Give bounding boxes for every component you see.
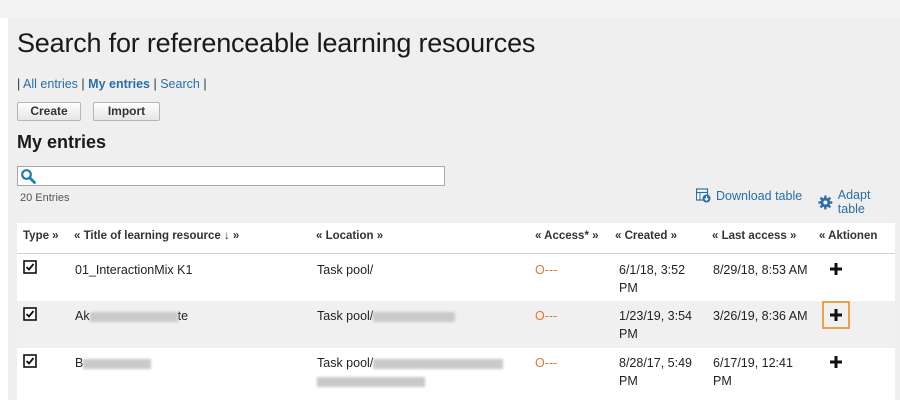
redacted-text [373, 358, 504, 369]
col-actions: « Aktionen [819, 230, 878, 242]
row-access: O--- [535, 356, 558, 370]
redacted-text [89, 311, 178, 322]
redacted-text [317, 376, 425, 387]
separator: | [203, 77, 207, 91]
separator: | [153, 77, 157, 91]
row-access: O--- [535, 263, 558, 277]
view-links: | All entries | My entries | Search | [17, 77, 207, 91]
checkbox-icon [23, 260, 37, 274]
row-last-access: 6/17/19, 12:41 PM [713, 354, 793, 390]
adapt-table-link[interactable]: Adapt table [818, 188, 900, 216]
entry-count: 20 Entries [20, 192, 70, 204]
col-type[interactable]: Type » [23, 230, 59, 242]
search-field[interactable] [17, 166, 445, 186]
created-period: PM [619, 374, 638, 388]
created-period: PM [619, 327, 638, 341]
created-date: 6/1/18, 3:52 [619, 263, 686, 277]
title-prefix: Ak [75, 309, 90, 323]
col-location[interactable]: « Location » [316, 230, 383, 242]
table-header: Type » « Title of learning resource ↓ » … [17, 223, 895, 254]
table-row: 01_InteractionMix K1 Task pool/ O--- 6/1… [17, 255, 895, 301]
redacted-text [83, 358, 152, 369]
checkbox-icon [23, 354, 37, 368]
last-access-date: 6/17/19, 12:41 [713, 356, 793, 370]
import-button[interactable]: Import [93, 102, 160, 121]
last-access-period: PM [713, 374, 732, 388]
magnifier-icon [21, 169, 36, 184]
row-location[interactable]: Task pool/ [317, 307, 456, 325]
separator: | [17, 77, 21, 91]
created-date: 1/23/19, 3:54 [619, 309, 692, 323]
row-location[interactable]: Task pool/ [317, 261, 373, 279]
row-created: 6/1/18, 3:52 PM [619, 261, 685, 297]
col-last-access[interactable]: « Last access » [712, 230, 796, 242]
col-created[interactable]: « Created » [615, 230, 677, 242]
created-period: PM [619, 281, 638, 295]
search-input[interactable] [38, 168, 438, 184]
plus-icon[interactable] [828, 354, 844, 370]
col-access[interactable]: « Access* » [535, 230, 599, 242]
section-title: My entries [17, 132, 107, 152]
plus-icon[interactable] [822, 301, 850, 329]
title-prefix: B [75, 356, 84, 370]
search-link[interactable]: Search [160, 77, 200, 91]
all-entries-link[interactable]: All entries [23, 77, 78, 91]
table-row: Ak te Task pool/ O--- 1/23/19, 3:54 PM 3/… [17, 301, 895, 348]
page-title: Search for referenceable learning resour… [17, 28, 536, 58]
row-location[interactable]: Task pool/ [317, 354, 504, 390]
separator: | [81, 77, 85, 91]
location-text: Task pool/ [317, 356, 374, 370]
adapt-table-label: Adapt table [837, 188, 871, 216]
row-last-access: 3/26/19, 8:36 AM [713, 309, 808, 323]
page: Search for referenceable learning resour… [0, 0, 900, 400]
row-created: 1/23/19, 3:54 PM [619, 307, 692, 343]
title-suffix: te [177, 309, 189, 323]
create-button[interactable]: Create [17, 102, 81, 121]
main-panel: Search for referenceable learning resour… [8, 18, 900, 400]
table-row: B Task pool/ O--- 8/28/17, 5:49 PM 6/17/… [17, 348, 895, 400]
download-table-label: Download table [716, 188, 803, 203]
download-table-link[interactable]: Download table [696, 188, 802, 203]
plus-icon[interactable] [828, 261, 844, 277]
row-created: 8/28/17, 5:49 PM [619, 354, 692, 390]
row-last-access: 8/29/18, 8:53 AM [713, 263, 808, 277]
gear-icon [818, 195, 833, 209]
redacted-text [373, 311, 456, 322]
top-strip [0, 0, 900, 18]
entries-table: Type » « Title of learning resource ↓ » … [17, 223, 895, 400]
row-title[interactable]: B [75, 354, 152, 372]
location-text: Task pool/ [317, 309, 374, 323]
download-table-icon [696, 188, 711, 203]
checkbox-icon [23, 307, 37, 321]
row-access: O--- [535, 309, 558, 323]
my-entries-link[interactable]: My entries [88, 77, 150, 91]
row-title[interactable]: 01_InteractionMix K1 [75, 261, 192, 279]
col-title[interactable]: « Title of learning resource ↓ » [74, 230, 239, 242]
created-date: 8/28/17, 5:49 [619, 356, 692, 370]
row-title[interactable]: Ak te [75, 307, 188, 325]
